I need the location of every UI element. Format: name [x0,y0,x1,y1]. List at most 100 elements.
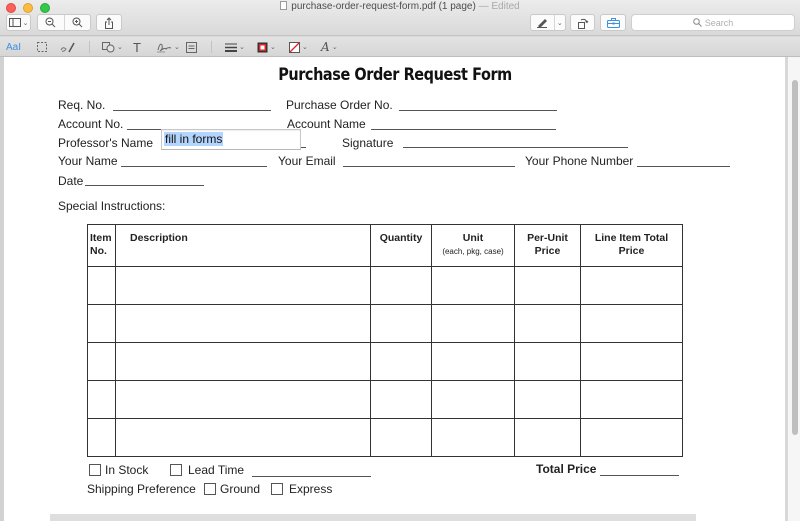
search-field[interactable]: Search [631,14,795,31]
account-name-field[interactable] [371,129,556,130]
table-cell[interactable] [580,380,683,419]
ground-label: Ground [220,482,261,496]
sidebar-toggle-button[interactable]: ⌄ [6,14,31,31]
po-no-label: Purchase Order No. [286,98,393,112]
line-style-tool[interactable]: ⌄ [225,39,245,55]
header-line-item-total: Line Item Total Price [580,224,683,267]
po-no-field[interactable] [399,110,557,111]
search-placeholder: Search [704,17,734,28]
fill-color-icon [289,41,300,53]
in-stock-label: In Stock [105,463,149,477]
chevron-down-icon: ⌄ [270,44,276,51]
signature-field[interactable] [403,147,628,148]
title-bar: purchase-order-request-form.pdf (1 page)… [0,0,800,36]
fill-color-tool[interactable]: ⌄ [289,39,308,55]
table-row [87,380,683,419]
text-style-tool[interactable]: A ⌄ [321,39,338,55]
table-cell[interactable] [370,304,432,343]
rotate-icon [577,18,588,29]
table-cell[interactable] [514,304,581,343]
req-no-field[interactable] [113,110,271,111]
table-cell[interactable] [514,266,581,305]
table-row [87,342,683,381]
table-cell[interactable] [514,380,581,419]
sketch-tool[interactable] [60,39,76,55]
toolbox-icon [606,17,620,28]
table-cell[interactable] [370,418,432,457]
table-cell[interactable] [431,342,515,381]
table-cell[interactable] [115,342,371,381]
note-tool[interactable] [186,39,197,55]
req-no-label: Req. No. [58,98,106,112]
border-color-tool[interactable]: ⌄ [257,39,276,55]
professor-name-input[interactable]: fill in forms [161,129,301,150]
sign-tool[interactable]: ⌄ [156,39,180,55]
table-row [87,304,683,343]
table-cell[interactable] [115,418,371,457]
lead-time-field[interactable] [252,476,371,477]
next-page-edge [50,514,696,521]
your-phone-field[interactable] [637,166,730,167]
window-title: purchase-order-request-form.pdf (1 page)… [0,1,800,12]
edited-status: Edited [491,1,520,12]
header-quantity: Quantity [370,224,432,267]
markup-pen-menu-button[interactable]: ⌄ [553,15,565,30]
text-tool[interactable]: T [133,39,141,55]
table-cell[interactable] [87,380,116,419]
table-cell[interactable] [370,380,432,419]
header-per-unit-price: Per-Unit Price [514,224,581,267]
shapes-tool[interactable]: ⌄ [102,39,123,55]
chevron-down-icon: ⌄ [302,44,308,51]
table-cell[interactable] [115,304,371,343]
table-cell[interactable] [370,342,432,381]
table-cell[interactable] [87,418,116,457]
table-cell[interactable] [431,418,515,457]
table-cell[interactable] [431,304,515,343]
zoom-in-button[interactable] [63,15,90,30]
signature-icon [157,43,172,53]
table-cell[interactable] [514,342,581,381]
total-price-field[interactable] [600,475,679,476]
table-cell[interactable] [580,342,683,381]
table-cell[interactable] [87,304,116,343]
text-selection-tool[interactable]: AaI [6,39,21,55]
sketch-icon [60,42,75,53]
line-style-icon [225,43,237,52]
table-cell[interactable] [87,266,116,305]
lead-time-checkbox[interactable] [170,464,182,476]
table-cell[interactable] [87,342,116,381]
page-count: (1 page) [438,1,476,12]
table-cell[interactable] [115,380,371,419]
table-cell[interactable] [580,304,683,343]
table-cell[interactable] [580,418,683,457]
express-label: Express [289,482,333,496]
ground-checkbox[interactable] [204,483,216,495]
express-checkbox[interactable] [271,483,283,495]
text-icon: T [133,39,141,55]
date-label: Date [58,174,84,188]
zoom-button-group [37,14,91,31]
table-cell[interactable] [514,418,581,457]
scrollbar-thumb[interactable] [792,80,798,435]
zoom-out-button[interactable] [38,15,64,30]
markup-toolbar-button[interactable] [600,14,626,31]
lead-time-label: Lead Time [188,463,245,477]
table-cell[interactable] [370,266,432,305]
date-field[interactable] [85,185,204,186]
selection-icon [37,42,47,52]
table-cell[interactable] [431,266,515,305]
share-button[interactable] [96,14,122,31]
rotate-button[interactable] [570,14,595,31]
markup-pen-button[interactable] [531,15,554,30]
rectangular-selection-tool[interactable] [36,39,48,55]
table-cell[interactable] [431,380,515,419]
zoom-out-icon [45,17,56,28]
chevron-down-icon: ⌄ [174,44,180,51]
in-stock-checkbox[interactable] [89,464,101,476]
table-cell[interactable] [115,266,371,305]
your-name-field[interactable] [121,166,267,167]
note-icon [186,41,197,53]
your-email-field[interactable] [343,166,515,167]
chevron-down-icon: ⌄ [331,43,338,51]
table-cell[interactable] [580,266,683,305]
